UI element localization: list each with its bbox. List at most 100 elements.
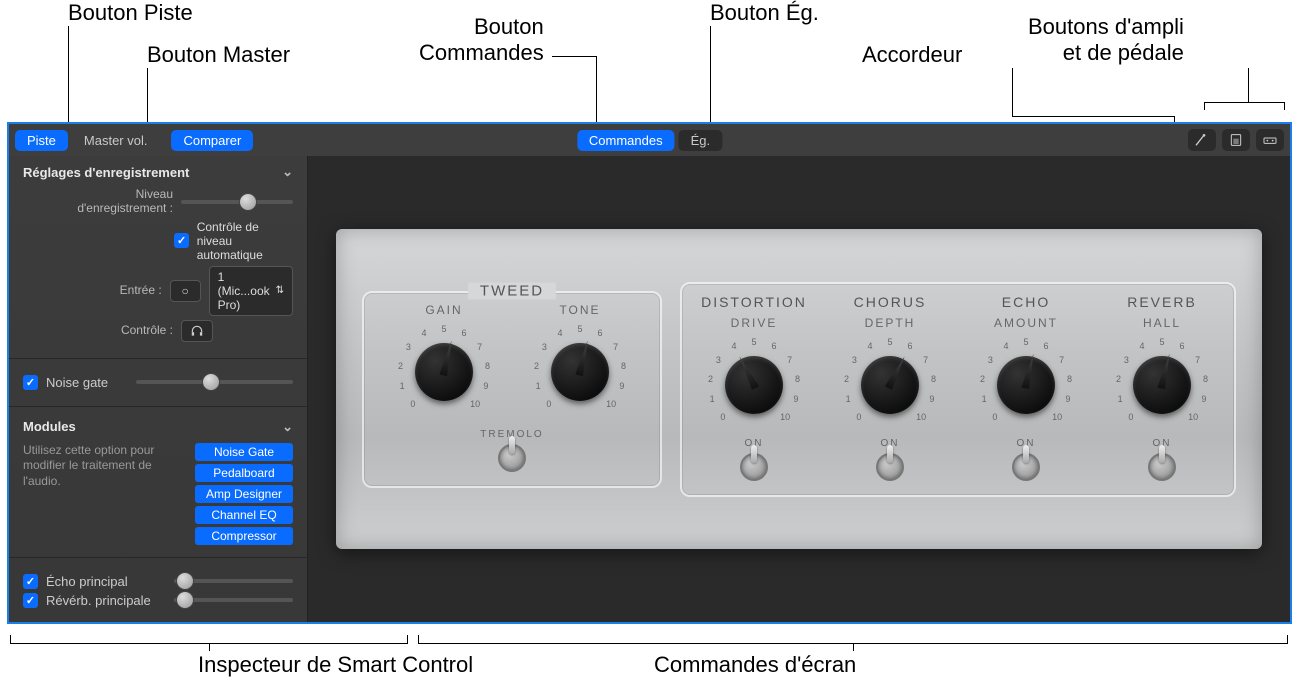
tick-label: 9 — [929, 394, 934, 404]
fx-title: REVERB — [1127, 294, 1197, 310]
tick-label: 7 — [477, 342, 482, 352]
callout-commandes: Bouton Commandes — [419, 14, 544, 66]
tick-label: 1 — [400, 381, 405, 391]
controls-button[interactable]: Commandes — [577, 130, 675, 151]
tick-label: 6 — [1179, 341, 1184, 351]
reverb-checkbox[interactable]: ✓ — [23, 593, 38, 608]
tick-label: 2 — [398, 361, 403, 371]
recording-level-label: Niveau d'enregistrement : — [23, 188, 173, 216]
tick-label: 2 — [708, 374, 713, 384]
monitor-button[interactable] — [181, 320, 213, 342]
eq-button[interactable]: Ég. — [679, 130, 723, 151]
fx-toggle[interactable] — [876, 453, 904, 481]
controls-brace — [418, 630, 1288, 644]
tick-label: 3 — [1124, 355, 1129, 365]
chevron-down-icon[interactable]: ⌄ — [282, 419, 293, 435]
reverb-label: Révérb. principale — [46, 593, 166, 608]
tremolo-toggle[interactable] — [498, 444, 526, 472]
tick-label: 4 — [1140, 341, 1145, 351]
callout-master: Bouton Master — [147, 42, 290, 68]
fx-toggle[interactable] — [740, 453, 768, 481]
module-ampdesigner[interactable]: Amp Designer — [195, 485, 293, 503]
tone-knob[interactable]: 012345678910 — [532, 323, 628, 419]
tick-label: 7 — [1059, 355, 1064, 365]
tick-label: 9 — [793, 394, 798, 404]
tweed-group: TWEED GAIN 012345678910 TONE 01234567891… — [362, 291, 662, 488]
fx-toggle[interactable] — [1012, 453, 1040, 481]
module-compressor[interactable]: Compressor — [195, 527, 293, 545]
smart-controls-pane: Piste Master vol. Comparer Commandes Ég.… — [7, 122, 1292, 624]
tick-label: 1 — [846, 394, 851, 404]
noisegate-checkbox[interactable]: ✓ — [23, 375, 38, 390]
noisegate-slider[interactable] — [136, 380, 293, 384]
tick-label: 1 — [536, 381, 541, 391]
tuner-button[interactable] — [1188, 129, 1216, 151]
tick-label: 4 — [868, 341, 873, 351]
tick-label: 8 — [1067, 374, 1072, 384]
fx-knob[interactable]: 012345678910 — [1114, 336, 1210, 432]
fx-title: DISTORTION — [701, 294, 807, 310]
input-label: Entrée : — [23, 284, 162, 298]
gain-label: GAIN — [425, 303, 462, 317]
pedalboard-button[interactable] — [1256, 129, 1284, 151]
modules-help-text: Utilisez cette option pour modifier le t… — [23, 443, 175, 490]
amp-button[interactable] — [1222, 129, 1250, 151]
tick-label: 3 — [542, 342, 547, 352]
chevron-updown-icon: ⇅ — [276, 285, 284, 296]
input-channel-button[interactable]: ○ — [170, 280, 201, 302]
callout-piste: Bouton Piste — [68, 0, 193, 26]
echo-checkbox[interactable]: ✓ — [23, 574, 38, 589]
module-pedalboard[interactable]: Pedalboard — [195, 464, 293, 482]
tick-label: 6 — [597, 328, 602, 338]
fx-knob[interactable]: 012345678910 — [706, 336, 802, 432]
tick-label: 0 — [546, 399, 551, 409]
compare-button[interactable]: Comparer — [171, 130, 253, 151]
input-device-select[interactable]: 1 (Mic...ook Pro) ⇅ — [209, 266, 293, 316]
echo-label: Écho principal — [46, 574, 166, 589]
tick-label: 0 — [856, 412, 861, 422]
fx-distortion: DISTORTIONDRIVE012345678910ON — [700, 294, 808, 481]
tick-label: 1 — [710, 394, 715, 404]
tick-label: 5 — [887, 337, 892, 347]
tick-label: 5 — [441, 324, 446, 334]
fx-knob[interactable]: 012345678910 — [978, 336, 1074, 432]
tick-label: 4 — [732, 341, 737, 351]
fx-toggle[interactable] — [1148, 453, 1176, 481]
tone-label: TONE — [559, 303, 600, 317]
toolbar: Piste Master vol. Comparer Commandes Ég. — [9, 124, 1290, 156]
tick-label: 5 — [1159, 337, 1164, 347]
tick-label: 0 — [992, 412, 997, 422]
chevron-down-icon[interactable]: ⌄ — [282, 164, 293, 180]
tick-label: 1 — [1118, 394, 1123, 404]
tick-label: 0 — [1128, 412, 1133, 422]
gain-knob[interactable]: 012345678910 — [396, 323, 492, 419]
auto-level-checkbox[interactable]: ✓ — [174, 233, 188, 248]
tick-label: 2 — [980, 374, 985, 384]
pedal-icon — [1262, 132, 1278, 148]
tick-label: 0 — [720, 412, 725, 422]
tick-label: 7 — [923, 355, 928, 365]
screen-controls-area: TWEED GAIN 012345678910 TONE 01234567891… — [308, 156, 1290, 622]
tick-label: 9 — [1065, 394, 1070, 404]
recording-level-slider[interactable] — [181, 200, 293, 204]
fx-knob-label: HALL — [1143, 316, 1181, 330]
callout-accordeur: Accordeur — [862, 42, 962, 68]
master-button[interactable]: Master vol. — [72, 130, 160, 151]
tick-label: 6 — [907, 341, 912, 351]
module-channeleq[interactable]: Channel EQ — [195, 506, 293, 524]
module-noisegate[interactable]: Noise Gate — [195, 443, 293, 461]
auto-level-label: Contrôle de niveau automatique — [197, 220, 293, 262]
fx-title: ECHO — [1002, 294, 1050, 310]
reverb-slider[interactable] — [174, 598, 293, 602]
tick-label: 6 — [771, 341, 776, 351]
track-button[interactable]: Piste — [15, 130, 68, 151]
tick-label: 9 — [483, 381, 488, 391]
tick-label: 5 — [577, 324, 582, 334]
tick-label: 6 — [1043, 341, 1048, 351]
input-device-value: 1 (Mic...ook Pro) — [218, 270, 270, 312]
echo-slider[interactable] — [174, 579, 293, 583]
fx-knob[interactable]: 012345678910 — [842, 336, 938, 432]
tick-label: 3 — [406, 342, 411, 352]
tick-label: 5 — [1023, 337, 1028, 347]
fx-knob-label: DRIVE — [731, 316, 778, 330]
